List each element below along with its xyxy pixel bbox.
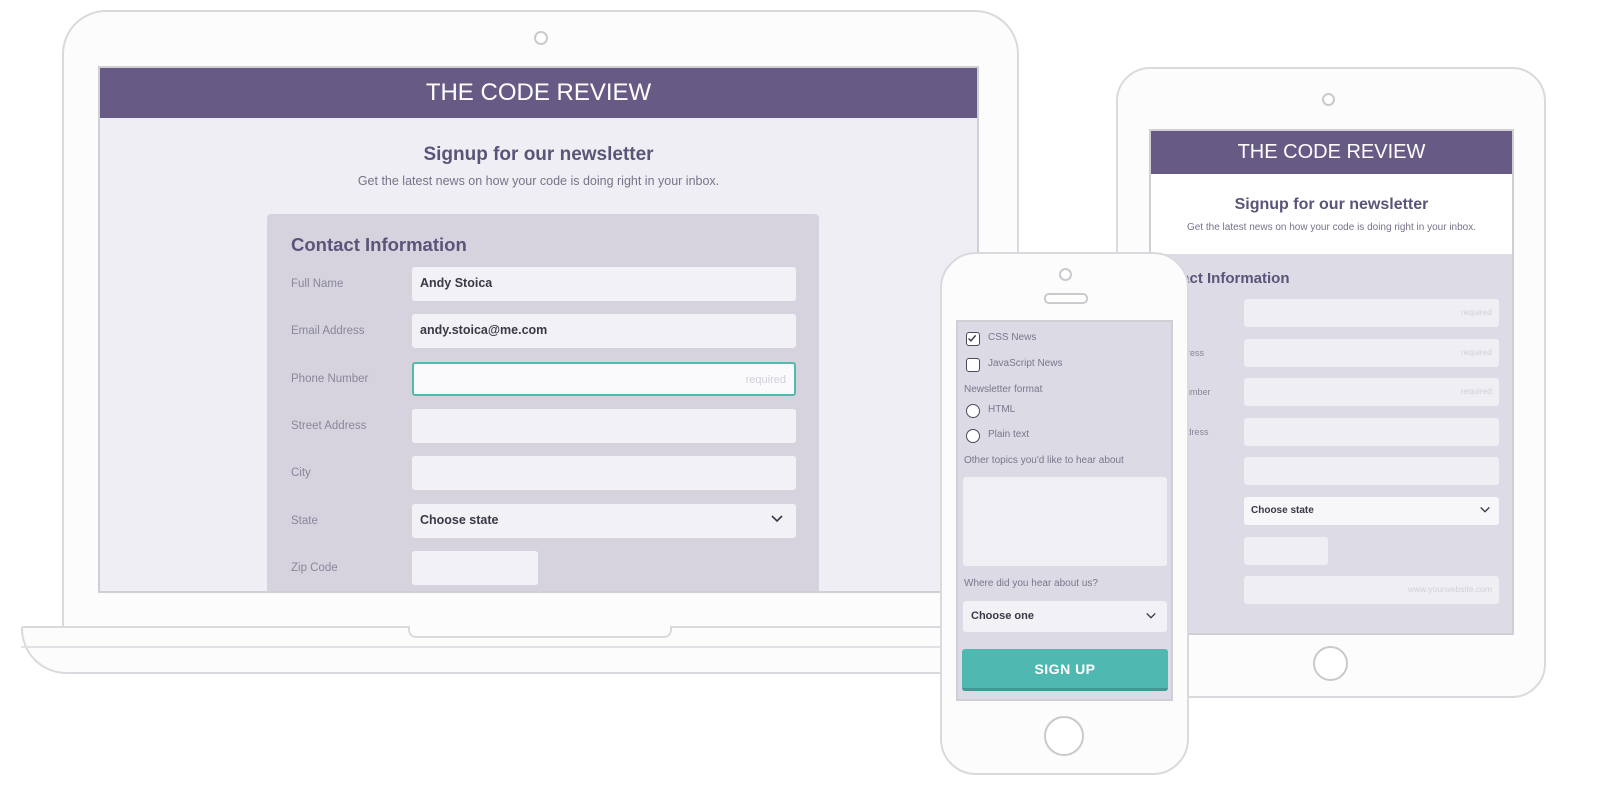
- state-select[interactable]: Choose state: [412, 504, 796, 538]
- field-placeholder: www.yourwebsite.com: [1407, 584, 1492, 594]
- referral-source-value: Choose one: [971, 610, 1034, 622]
- form-row: ame required: [1151, 299, 1512, 327]
- brand-header: THE CODE REVIEW: [100, 68, 977, 118]
- website-field[interactable]: www.yourwebsite.com: [1244, 576, 1499, 604]
- zip-label: Zip Code: [291, 562, 338, 574]
- other-topics-textarea[interactable]: [963, 477, 1167, 566]
- html-radio-label: HTML: [988, 404, 1016, 415]
- sign-up-button[interactable]: SIGN UP: [962, 649, 1168, 691]
- phone-field[interactable]: required: [1244, 378, 1499, 406]
- tablet-screen: THE CODE REVIEW Signup for our newslette…: [1149, 129, 1514, 635]
- chevron-down-icon: [1480, 506, 1490, 513]
- city-field[interactable]: [412, 456, 796, 490]
- section-title: Contact Information: [291, 234, 467, 255]
- phone-speaker: [1044, 293, 1088, 304]
- form-row: de: [1151, 537, 1512, 565]
- street-label: Street Address: [291, 420, 367, 432]
- city-row: City: [291, 456, 796, 490]
- form-row: Address required: [1151, 339, 1512, 367]
- street-row: Street Address: [291, 409, 796, 443]
- field-placeholder: required: [1460, 347, 1492, 357]
- full-name-field[interactable]: required: [1244, 299, 1499, 327]
- tablet-camera: [1322, 93, 1335, 106]
- chevron-down-icon: [771, 515, 783, 523]
- phone-placeholder: required: [745, 374, 786, 386]
- javascript-news-label: JavaScript News: [988, 358, 1063, 369]
- phone-field[interactable]: required: [412, 362, 796, 396]
- phone-camera: [1059, 268, 1072, 281]
- city-field[interactable]: [1244, 457, 1499, 485]
- checkmark-icon: [968, 334, 977, 342]
- page-title: Signup for our newsletter: [1234, 196, 1429, 213]
- street-field[interactable]: [412, 409, 796, 443]
- email-label: Email Address: [291, 325, 365, 337]
- css-news-checkbox[interactable]: [966, 332, 980, 346]
- city-label: City: [291, 467, 311, 479]
- html-radio[interactable]: [966, 404, 980, 418]
- field-placeholder: required: [1460, 307, 1492, 317]
- form-row: Choose state: [1151, 497, 1512, 525]
- intro: Signup for our newsletter Get the latest…: [1151, 174, 1512, 254]
- laptop-camera: [534, 31, 548, 45]
- page-title: Signup for our newsletter: [423, 144, 654, 165]
- field-placeholder: required: [1460, 386, 1492, 396]
- phone-label: Phone Number: [291, 373, 369, 385]
- form-row: [1151, 457, 1512, 485]
- plain-text-radio[interactable]: [966, 429, 980, 443]
- state-select[interactable]: Choose state: [1244, 497, 1499, 525]
- email-row: Email Address andy.stoica@me.com: [291, 314, 796, 348]
- email-field[interactable]: andy.stoica@me.com: [412, 314, 796, 348]
- plain-text-radio-label: Plain text: [988, 429, 1030, 440]
- zip-row: Zip Code: [291, 551, 796, 585]
- laptop-hinge: [408, 626, 672, 638]
- intro: Signup for our newsletter Get the latest…: [100, 118, 977, 188]
- chevron-down-icon: [1146, 612, 1156, 619]
- full-name-row: Full Name Andy Stoica: [291, 267, 796, 301]
- referral-source-select[interactable]: Choose one: [963, 601, 1167, 632]
- contact-form-card: Contact Information Full Name Andy Stoic…: [267, 214, 819, 591]
- page-subtitle: Get the latest news on how your code is …: [1186, 222, 1477, 233]
- form-row: e Number required: [1151, 378, 1512, 406]
- zip-field[interactable]: [1244, 537, 1328, 565]
- state-select-value: Choose state: [420, 513, 499, 527]
- state-label: State: [291, 515, 318, 527]
- laptop-screen: THE CODE REVIEW Signup for our newslette…: [98, 66, 979, 593]
- page-subtitle: Get the latest news on how your code is …: [357, 174, 720, 188]
- javascript-news-checkbox[interactable]: [966, 358, 980, 372]
- form-row: te www.yourwebsite.com: [1151, 576, 1512, 604]
- contact-form: ntact Information ame required Address r…: [1151, 256, 1512, 633]
- street-field[interactable]: [1244, 418, 1499, 446]
- zip-field[interactable]: [412, 551, 538, 585]
- phone-row: Phone Number required: [291, 362, 796, 396]
- state-select-value: Choose state: [1251, 505, 1314, 516]
- email-field[interactable]: required: [1244, 339, 1499, 367]
- phone-home-button: [1044, 716, 1084, 756]
- laptop-base-edge: [21, 646, 1061, 648]
- tablet-home-button: [1313, 646, 1348, 681]
- form-row: t Address: [1151, 418, 1512, 446]
- brand-header: THE CODE REVIEW: [1151, 131, 1512, 174]
- newsletter-format-label: Newsletter format: [964, 384, 1043, 395]
- state-row: State Choose state: [291, 504, 796, 538]
- other-topics-label: Other topics you'd like to hear about: [964, 455, 1124, 466]
- phone-screen: CSS News JavaScript News Newsletter form…: [956, 320, 1173, 701]
- full-name-label: Full Name: [291, 278, 344, 290]
- css-news-label: CSS News: [988, 332, 1037, 343]
- referral-source-label: Where did you hear about us?: [964, 578, 1098, 589]
- full-name-field[interactable]: Andy Stoica: [412, 267, 796, 301]
